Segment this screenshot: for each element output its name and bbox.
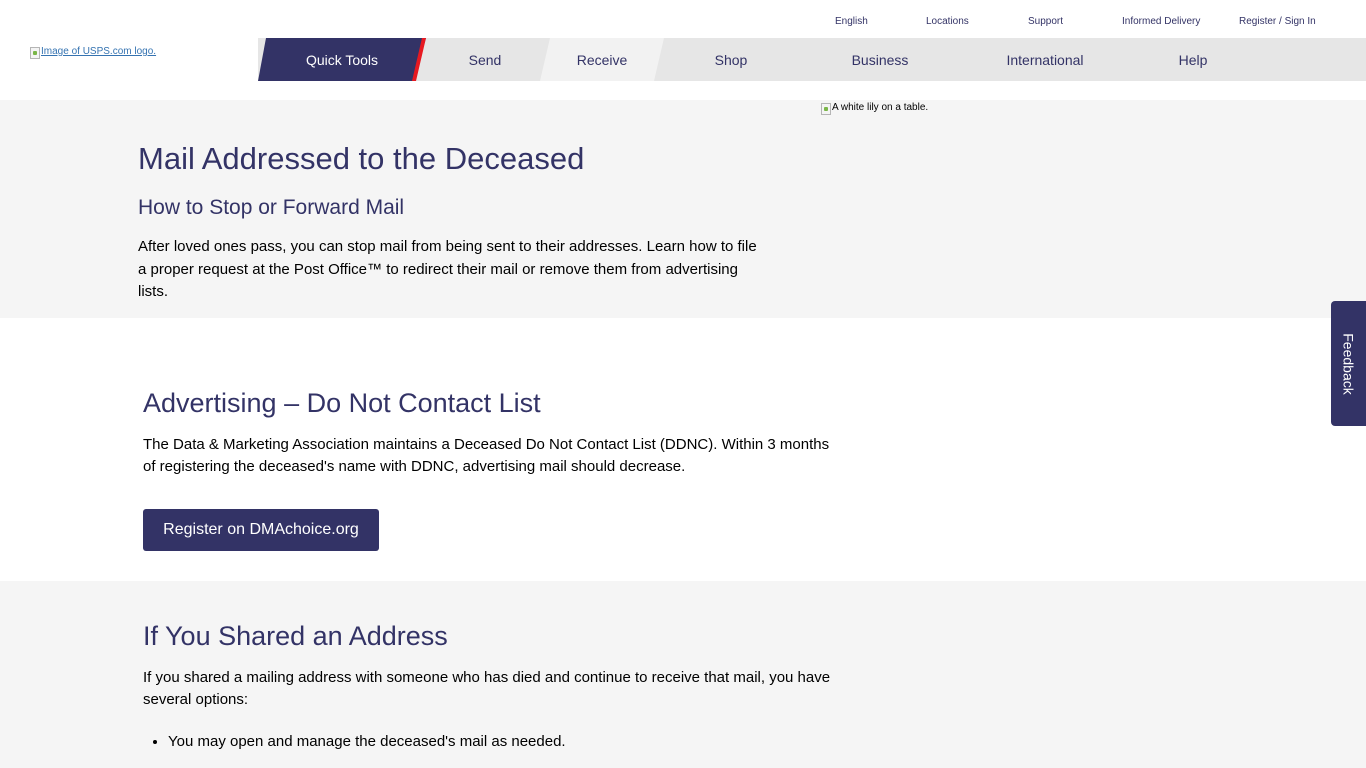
advertising-heading: Advertising – Do Not Contact List [143,388,541,418]
list-item: You may open and manage the deceased's m… [168,731,566,753]
broken-image-icon [821,103,831,115]
utility-link-locations[interactable]: Locations [926,16,969,27]
utility-link-support[interactable]: Support [1028,16,1063,27]
nav-tab-shop[interactable]: Shop [664,38,798,81]
utility-bar: English Locations Support Informed Deliv… [0,0,1366,38]
feedback-tab[interactable]: Feedback [1331,301,1366,426]
nav-tab-label: Receive [576,51,628,68]
nav-tab-label: Quick Tools [305,51,379,68]
shared-address-description: If you shared a mailing address with som… [143,669,831,708]
nav-tab-help[interactable]: Help [1128,38,1258,81]
feedback-label: Feedback [1340,332,1357,395]
hero-image-alt-text: A white lily on a table. [832,102,929,113]
nav-tab-label: Business [851,51,909,68]
logo-alt-text: Image of USPS.com logo. [41,46,157,57]
nav-tab-international[interactable]: International [962,38,1128,81]
nav-tab-quick-tools[interactable]: Quick Tools [258,38,426,81]
nav-tab-label: Help [1178,51,1208,68]
hero-image: A white lily on a table. [821,102,929,115]
nav-tab-business[interactable]: Business [798,38,962,81]
shared-address-options-list: You may open and manage the deceased's m… [143,731,566,753]
register-dmachoice-button[interactable]: Register on DMAchoice.org [143,509,379,551]
hero-description: After loved ones pass, you can stop mail… [138,238,757,300]
advertising-description: The Data & Marketing Association maintai… [143,436,830,475]
usps-logo-link[interactable]: Image of USPS.com logo. [30,46,157,59]
broken-image-icon [30,47,40,59]
nav-tab-receive[interactable]: Receive [540,38,664,81]
nav-tab-label: Shop [714,51,748,68]
utility-link-register-sign-in[interactable]: Register / Sign In [1239,16,1316,27]
utility-link-informed-delivery[interactable]: Informed Delivery [1122,16,1200,27]
page-subtitle: How to Stop or Forward Mail [138,196,405,219]
utility-link-language[interactable]: English [835,16,868,27]
nav-tab-label: Send [468,51,502,68]
nav-tab-send[interactable]: Send [426,38,544,81]
nav-tab-label: International [1006,51,1084,68]
shared-address-heading: If You Shared an Address [143,621,448,651]
page-title: Mail Addressed to the Deceased [138,141,585,176]
